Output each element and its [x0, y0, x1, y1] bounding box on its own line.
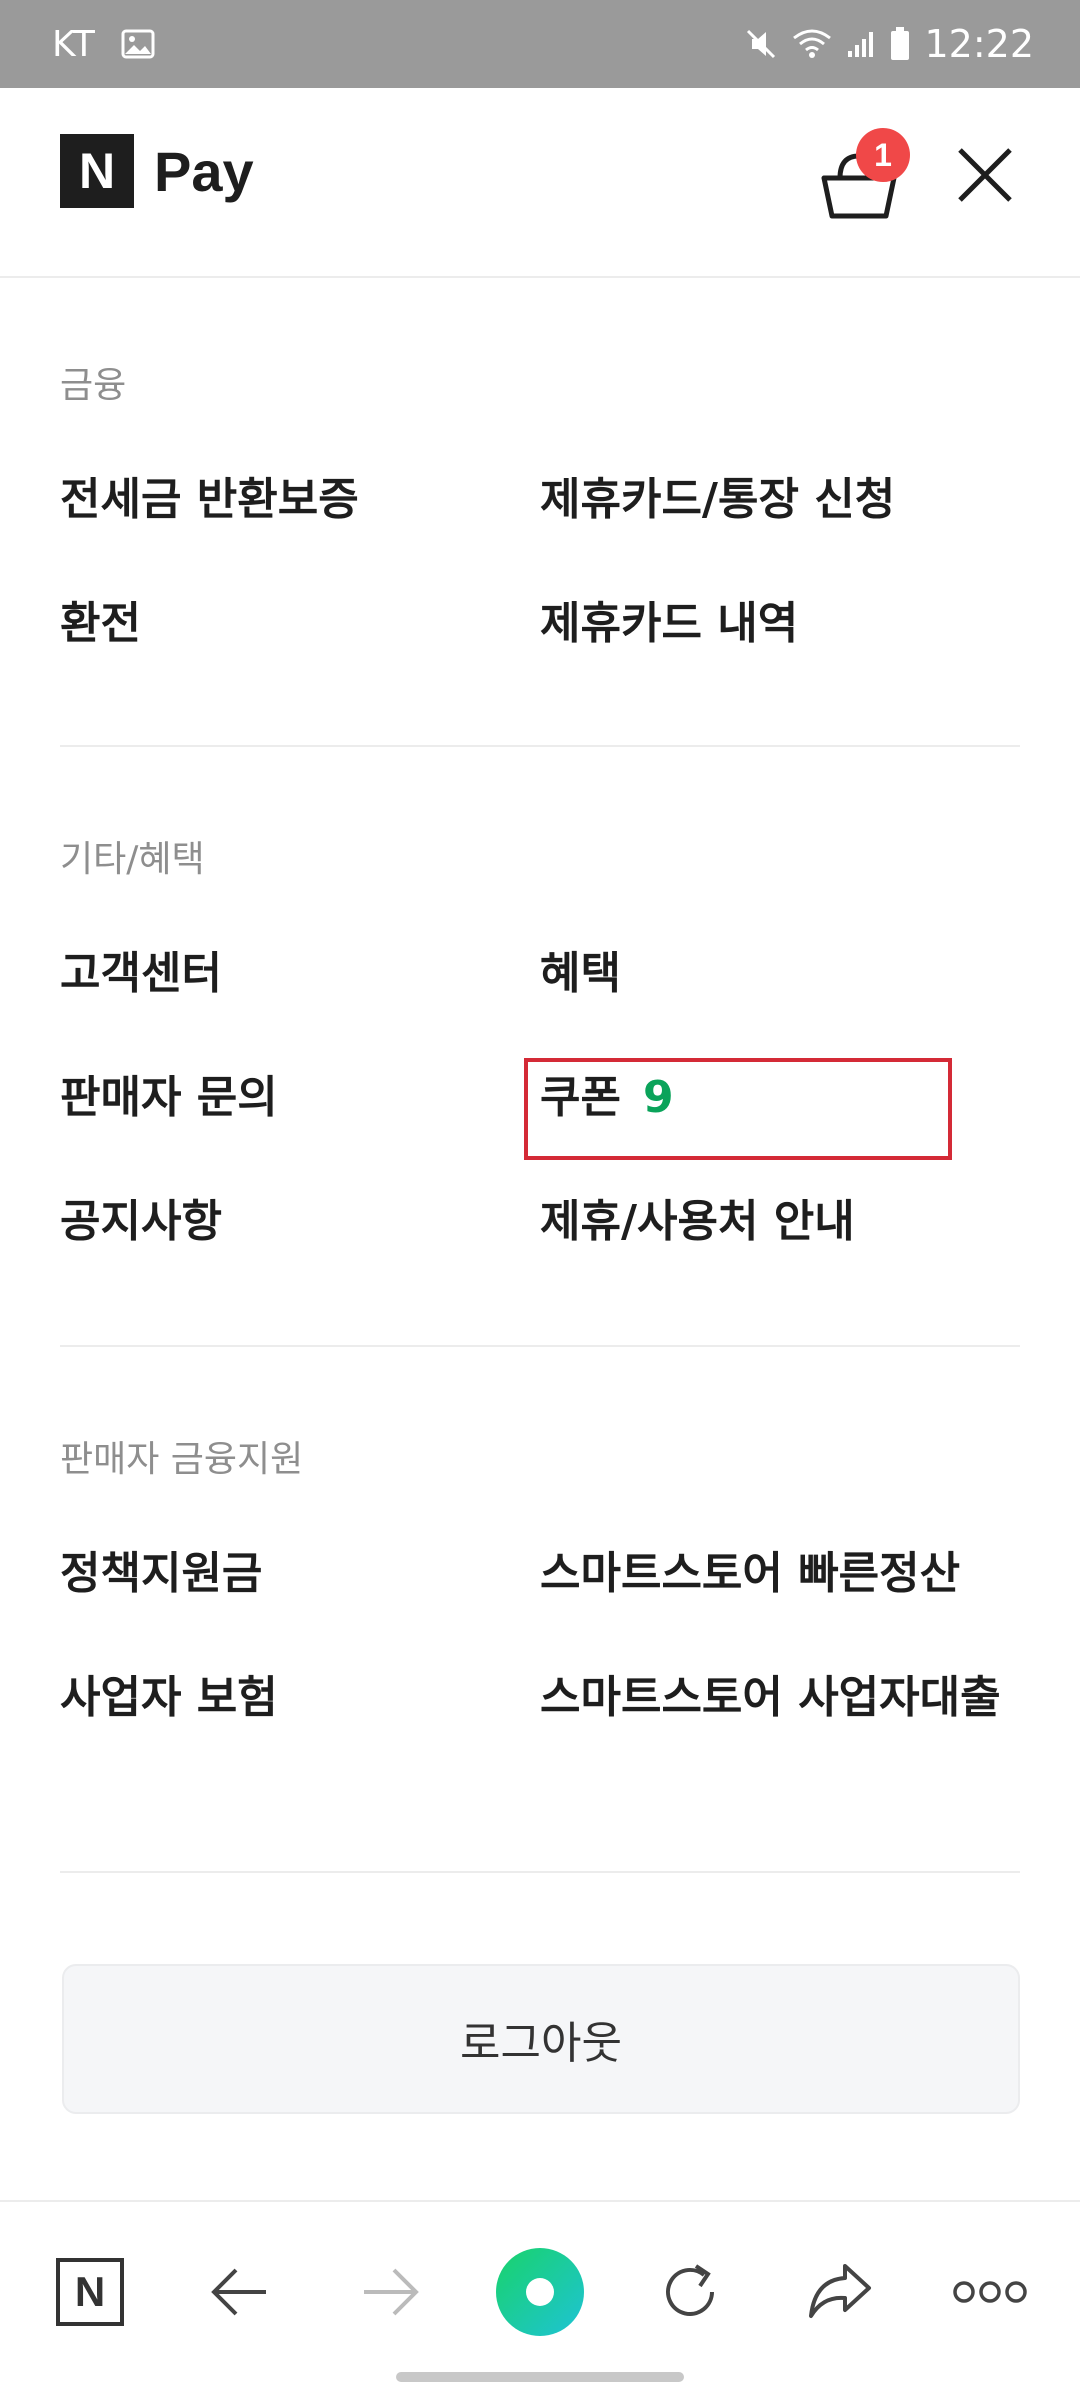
battery-icon	[890, 27, 910, 61]
menu-item-currency-exchange[interactable]: 환전	[60, 598, 141, 650]
section-divider	[60, 1345, 1020, 1347]
mute-icon	[744, 27, 778, 61]
cart-count-badge: 1	[856, 128, 910, 182]
green-dot-icon	[496, 2248, 584, 2336]
menu-item-partner-card-history[interactable]: 제휴카드 내역	[540, 598, 1020, 650]
section-title-benefits: 기타/혜택	[60, 839, 205, 880]
naver-n-icon: N	[56, 2258, 124, 2326]
section-title-seller-finance: 판매자 금융지원	[60, 1439, 304, 1480]
more-dots-icon	[953, 2281, 1027, 2303]
wifi-icon	[792, 28, 832, 60]
carrier-label: KT	[52, 23, 95, 65]
status-bar: KT 12:22	[0, 0, 1080, 88]
share-button[interactable]	[790, 2242, 890, 2342]
arrow-right-icon	[364, 2268, 419, 2316]
menu-item-jeonse-guarantee[interactable]: 전세금 반환보증	[60, 474, 359, 526]
menu-item-partner-card-apply[interactable]: 제휴카드/통장 신청	[540, 474, 1020, 526]
status-right: 12:22	[744, 0, 1034, 88]
section-divider	[60, 1871, 1020, 1873]
refresh-icon	[666, 2264, 714, 2316]
green-dot-button[interactable]	[490, 2242, 590, 2342]
status-left: KT	[52, 0, 155, 88]
menu-item-seller-inquiry[interactable]: 판매자 문의	[60, 1072, 278, 1124]
home-indicator[interactable]	[396, 2372, 684, 2382]
menu-item-notices[interactable]: 공지사항	[60, 1196, 222, 1248]
naver-logo-icon: N	[60, 134, 134, 208]
menu-item-business-insurance[interactable]: 사업자 보험	[60, 1672, 278, 1724]
menu-item-business-loan[interactable]: 스마트스토어 사업자대출	[540, 1672, 1020, 1724]
gallery-notification-icon	[121, 29, 155, 59]
naver-pay-logo[interactable]: N Pay	[60, 134, 254, 208]
more-button[interactable]	[940, 2242, 1040, 2342]
menu-item-policy-support[interactable]: 정책지원금	[60, 1548, 262, 1600]
browser-bottom-nav: N	[0, 2200, 1080, 2400]
cart-button[interactable]: 1	[818, 128, 910, 224]
share-icon	[809, 2264, 871, 2318]
signal-icon	[846, 29, 876, 59]
close-icon	[958, 148, 1012, 202]
menu-item-fast-settlement[interactable]: 스마트스토어 빠른정산	[540, 1548, 1020, 1600]
forward-button[interactable]	[340, 2242, 440, 2342]
refresh-button[interactable]	[640, 2242, 740, 2342]
menu-item-customer-center[interactable]: 고객센터	[60, 948, 222, 1000]
brand-name: Pay	[154, 139, 254, 203]
naver-home-button[interactable]: N	[40, 2242, 140, 2342]
arrow-left-icon	[211, 2268, 266, 2316]
menu-item-partner-locations[interactable]: 제휴/사용처 안내	[540, 1196, 1020, 1248]
logout-button[interactable]: 로그아웃	[62, 1964, 1020, 2114]
section-divider	[60, 745, 1020, 747]
close-button[interactable]	[950, 140, 1020, 210]
header: N Pay 1	[0, 88, 1080, 278]
menu-item-benefits[interactable]: 혜택	[540, 948, 1020, 1000]
back-button[interactable]	[190, 2242, 290, 2342]
clock: 12:22	[924, 22, 1034, 66]
coupon-highlight-box	[524, 1058, 952, 1160]
section-title-finance: 금융	[60, 365, 127, 406]
